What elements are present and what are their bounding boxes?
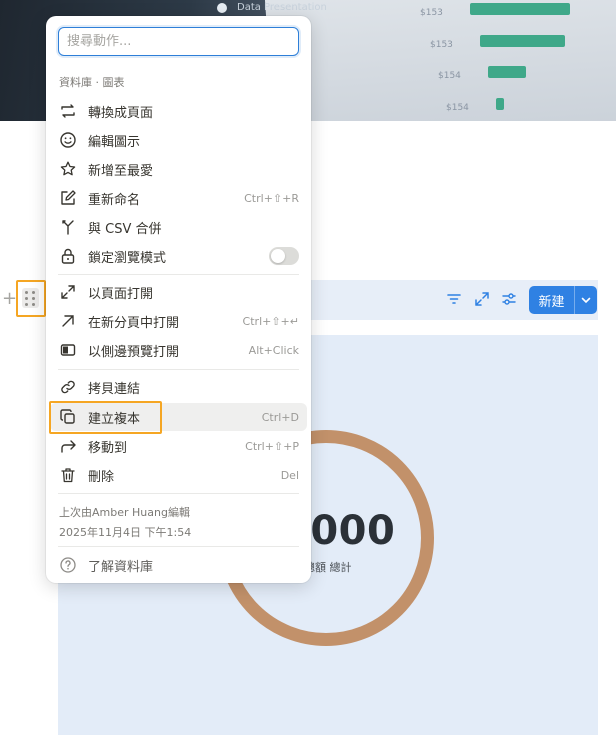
filter-icon[interactable] [445,290,463,308]
last-edited-time: 2025年11月4日 下午1:54 [59,526,192,539]
menu-item-rename[interactable]: 重新命名 Ctrl+⇧+R [50,184,307,212]
settings-sliders-icon[interactable] [500,290,518,308]
cover-row-label: $153 [430,40,453,50]
arrow-up-right-icon [58,311,78,331]
add-block-icon[interactable]: + [2,290,17,308]
menu-item-copy-link[interactable]: 拷貝連結 [50,373,307,401]
convert-icon [58,101,78,121]
lock-icon [58,246,78,266]
search-actions-input[interactable] [58,27,299,56]
menu-item-open-side-peek[interactable]: 以側邊預覽打開 Alt+Click [50,336,307,364]
cover-bar [480,35,565,47]
smiley-icon [58,130,78,150]
menu-divider [58,546,299,547]
duplicate-highlight-box [49,401,162,434]
menu-section-label: 資料庫 · 圖表 [59,76,125,89]
block-drag-handle[interactable] [16,280,46,317]
cover-row-label: $154 [438,71,461,81]
database-actions-menu: 資料庫 · 圖表 轉換成頁面 編輯圖示 新增至最愛 重新命名 Ctrl+⇧+R … [46,16,311,583]
last-edited-by: 上次由Amber Huang編輯 [59,506,190,519]
menu-item-lock-view[interactable]: 鎖定瀏覽模式 [50,242,307,270]
cover-chart-paper [264,0,616,121]
trash-icon [58,465,78,485]
cover-row-label: $154 [446,103,469,113]
chart-total-caption: 總額 總計 [304,561,352,574]
cover-bar [470,3,570,15]
menu-divider [58,274,299,275]
move-to-icon [58,436,78,456]
cover-caption: Data Presentation [237,2,327,13]
menu-item-open-as-page[interactable]: 以頁面打開 [50,278,307,306]
expand-icon [58,282,78,302]
cover-bar [488,66,526,78]
link-icon [58,377,78,397]
drag-dots-icon [22,288,39,308]
star-icon [58,159,78,179]
menu-divider [58,369,299,370]
new-button[interactable]: 新建 [529,286,597,314]
menu-item-edit-icon[interactable]: 編輯圖示 [50,126,307,154]
menu-item-learn-databases[interactable]: 了解資料庫 [50,551,307,579]
menu-item-convert-to-page[interactable]: 轉換成頁面 [50,97,307,125]
menu-item-delete[interactable]: 刪除 Del [50,461,307,489]
lock-view-toggle[interactable] [269,247,299,265]
menu-item-add-to-favorites[interactable]: 新增至最愛 [50,155,307,183]
pencil-square-icon [58,188,78,208]
cover-dot [217,3,227,13]
chevron-down-icon[interactable] [575,294,597,306]
new-button-label: 新建 [538,294,565,310]
help-circle-icon [58,555,78,575]
menu-item-move-to[interactable]: 移動到 Ctrl+⇧+P [50,432,307,460]
menu-divider [58,493,299,494]
cover-bar [496,98,504,110]
menu-item-open-in-new-tab[interactable]: 在新分頁中打開 Ctrl+⇧+↵ [50,307,307,335]
cover-row-label: $153 [420,8,443,18]
expand-view-icon[interactable] [473,290,491,308]
merge-icon [58,217,78,237]
side-peek-icon [58,340,78,360]
menu-item-merge-csv[interactable]: 與 CSV 合併 [50,213,307,241]
